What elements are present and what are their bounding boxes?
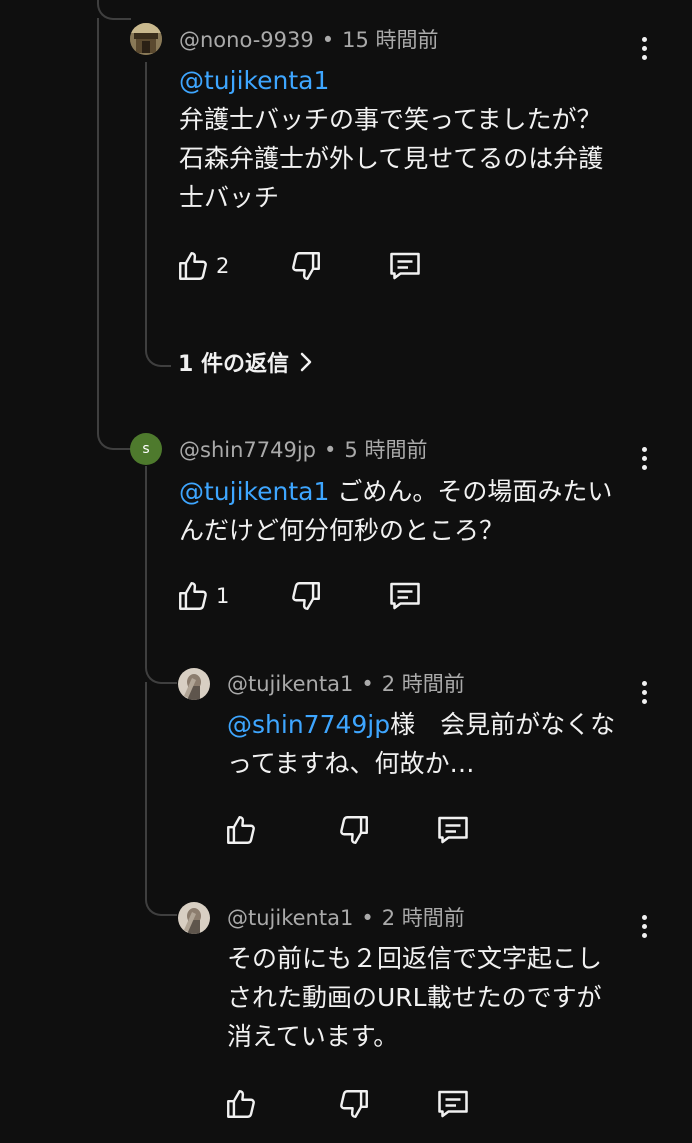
mention-link[interactable]: @shin7749jp bbox=[227, 710, 390, 739]
comment-actions bbox=[224, 1084, 524, 1124]
comment-text: その前にも２回返信で文字起こし された動画のURL載せたのですが 消えています。 bbox=[227, 939, 602, 1056]
comment-actions: 1 bbox=[176, 576, 476, 616]
like-icon bbox=[179, 252, 207, 280]
comment-line: 消えています。 bbox=[227, 1022, 399, 1051]
dislike-button[interactable] bbox=[289, 246, 323, 286]
thread-line-inner-1 bbox=[145, 62, 171, 367]
dislike-button[interactable] bbox=[337, 1084, 371, 1124]
comment-line: ってますね、何故か… bbox=[227, 749, 475, 778]
reply-button[interactable] bbox=[435, 1084, 471, 1124]
thread-line-outer bbox=[97, 0, 131, 20]
timestamp[interactable]: 2 時間前 bbox=[382, 672, 465, 696]
comment-line: 弁護士バッチの事で笑ってましたが？ bbox=[179, 105, 602, 134]
comment-text: @shin7749jp様 会見前がなくな ってますね、何故か… bbox=[227, 705, 615, 783]
dislike-icon bbox=[292, 252, 320, 280]
author-name[interactable]: @tujikenta1 bbox=[227, 672, 353, 696]
comment-line: 様 会見前がなくな bbox=[390, 710, 616, 739]
author-name[interactable]: @tujikenta1 bbox=[227, 906, 353, 930]
separator: • bbox=[361, 906, 374, 930]
reply-button[interactable] bbox=[387, 576, 423, 616]
like-button[interactable]: 2 bbox=[176, 246, 229, 286]
comment-meta: @shin7749jp • 5 時間前 bbox=[179, 436, 427, 464]
separator: • bbox=[361, 672, 374, 696]
dislike-button[interactable] bbox=[289, 576, 323, 616]
avatar-letter: s bbox=[142, 441, 150, 457]
comment-actions: 2 bbox=[176, 246, 476, 286]
more-vert-icon[interactable] bbox=[634, 443, 654, 473]
comment-meta: @tujikenta1 • 2 時間前 bbox=[227, 670, 465, 698]
timestamp[interactable]: 15 時間前 bbox=[342, 28, 438, 52]
separator: • bbox=[321, 28, 335, 52]
thread-line-outer-2 bbox=[97, 18, 131, 450]
dislike-icon bbox=[340, 1090, 368, 1118]
like-icon bbox=[179, 582, 207, 610]
thread-line-inner-3 bbox=[145, 682, 177, 916]
dislike-icon bbox=[340, 816, 368, 844]
more-vert-icon[interactable] bbox=[634, 33, 654, 63]
avatar[interactable] bbox=[178, 668, 210, 700]
comment-line: その前にも２回返信で文字起こし bbox=[227, 944, 603, 973]
comment-text: @tujikenta1 弁護士バッチの事で笑ってましたが？ 石森弁護士が外して見… bbox=[179, 61, 603, 217]
reply-icon bbox=[390, 582, 420, 610]
comment-meta: @nono-9939 • 15 時間前 bbox=[179, 26, 439, 54]
comment-line: ごめん。その場面みたい bbox=[337, 477, 613, 506]
comment-meta: @tujikenta1 • 2 時間前 bbox=[227, 904, 465, 932]
reply-icon bbox=[438, 816, 468, 844]
avatar[interactable]: s bbox=[130, 433, 162, 465]
mention-link[interactable]: @tujikenta1 bbox=[179, 477, 329, 506]
like-count: 2 bbox=[216, 254, 230, 278]
reply-button[interactable] bbox=[435, 810, 471, 850]
reply-icon bbox=[438, 1090, 468, 1118]
like-count: 1 bbox=[216, 584, 230, 608]
reply-icon bbox=[390, 252, 420, 280]
comment-actions bbox=[224, 810, 524, 850]
thread-line-inner-2 bbox=[145, 466, 177, 684]
author-name[interactable]: @shin7749jp bbox=[179, 438, 316, 462]
avatar[interactable] bbox=[178, 902, 210, 934]
like-button[interactable] bbox=[224, 810, 258, 850]
view-replies-button[interactable]: 1 件の返信 bbox=[178, 346, 313, 378]
comment-line: んだけど何分何秒のところ？ bbox=[179, 516, 505, 545]
reply-button[interactable] bbox=[387, 246, 423, 286]
avatar[interactable] bbox=[130, 23, 162, 55]
like-icon bbox=[227, 816, 255, 844]
like-button[interactable]: 1 bbox=[176, 576, 229, 616]
comment-text: @tujikenta1 ごめん。その場面みたい んだけど何分何秒のところ？ bbox=[179, 472, 612, 550]
author-name[interactable]: @nono-9939 bbox=[179, 28, 314, 52]
more-vert-icon[interactable] bbox=[634, 911, 654, 941]
like-button[interactable] bbox=[224, 1084, 258, 1124]
dislike-button[interactable] bbox=[337, 810, 371, 850]
replies-label: 1 件の返信 bbox=[178, 352, 289, 377]
comment-line: 石森弁護士が外して見せてるのは弁護 bbox=[179, 144, 604, 173]
like-icon bbox=[227, 1090, 255, 1118]
timestamp[interactable]: 2 時間前 bbox=[382, 906, 465, 930]
separator: • bbox=[324, 438, 337, 462]
mention-link[interactable]: @tujikenta1 bbox=[179, 66, 329, 95]
comment-line: 士バッチ bbox=[179, 183, 280, 212]
timestamp[interactable]: 5 時間前 bbox=[344, 438, 427, 462]
dislike-icon bbox=[292, 582, 320, 610]
comment-line: された動画のURL載せたのですが bbox=[227, 983, 602, 1012]
chevron-right-icon bbox=[300, 352, 312, 372]
more-vert-icon[interactable] bbox=[634, 677, 654, 707]
